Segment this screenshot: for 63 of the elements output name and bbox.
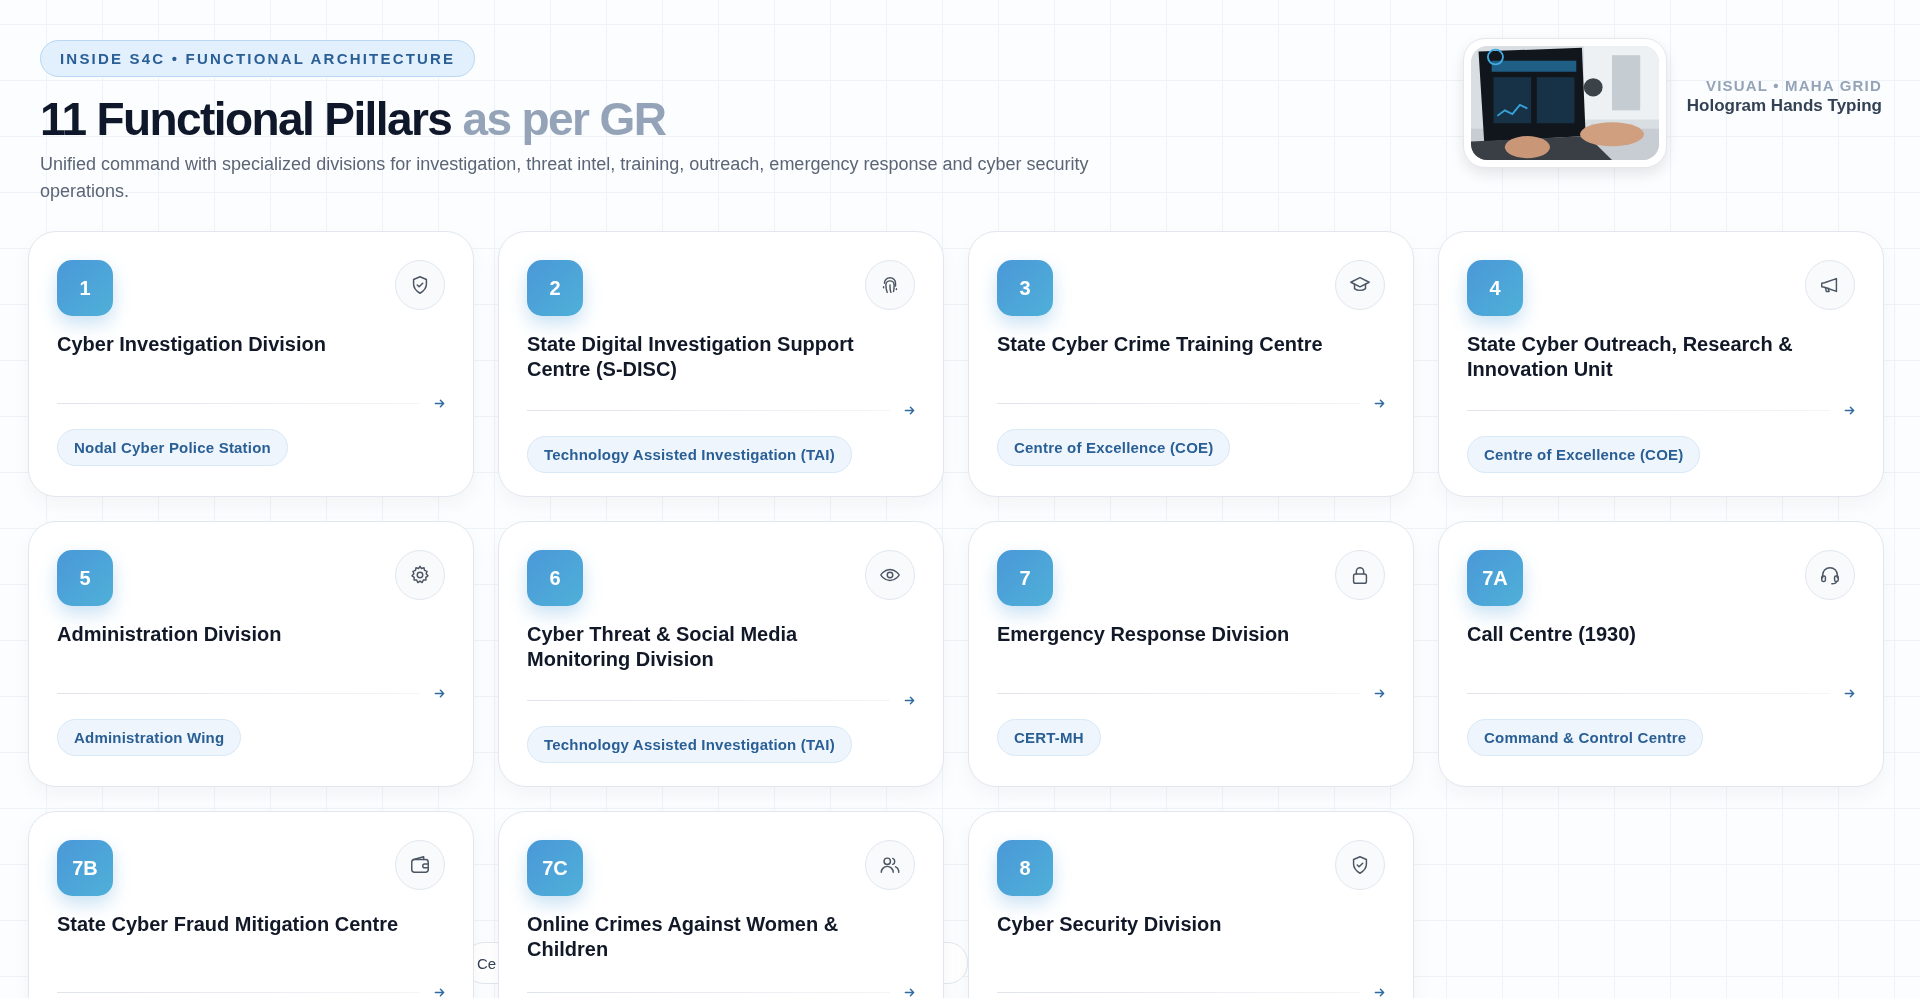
card-title: Cyber Security Division bbox=[997, 912, 1223, 937]
number-badge: 5 bbox=[57, 550, 113, 606]
arrow-icon bbox=[434, 688, 445, 699]
headset-icon bbox=[1819, 564, 1841, 586]
unit-tag: Nodal Cyber Police Station bbox=[57, 429, 288, 466]
pillar-card[interactable]: 2 State Digital Investigation Support Centre (S-DISC) Technology Assisted Investigation (TAI) bbox=[498, 231, 944, 497]
unit-tag: Centre of Excellence (COE) bbox=[997, 429, 1231, 466]
arrow-icon bbox=[1374, 688, 1385, 699]
page-subtitle: Unified command with specialized divisions for investigation, threat intel, training, outreach, emergency response and cyber security operations. bbox=[40, 153, 1090, 203]
pillar-card[interactable]: 7 Emergency Response Division CERT-MH bbox=[968, 521, 1414, 787]
unit-tag: CERT-MH bbox=[997, 719, 1101, 756]
number-badge: 7B bbox=[57, 840, 113, 896]
arrow-icon bbox=[904, 987, 915, 998]
users-icon bbox=[879, 854, 901, 876]
page-title: 11 Functional Pillars bbox=[40, 93, 452, 145]
pillar-card[interactable]: 5 Administration Division Administration Wing bbox=[28, 521, 474, 787]
card-title: State Cyber Outreach, Research & Innovation Unit bbox=[1467, 332, 1794, 382]
number-badge: 2 bbox=[527, 260, 583, 316]
pillar-card[interactable]: 6 Cyber Threat & Social Media Monitoring Division Technology Assisted Investigation (TAI) bbox=[498, 521, 944, 787]
card-title: State Digital Investigation Support Centre (S-DISC) bbox=[527, 332, 855, 382]
pillar-card[interactable]: 7A Call Centre (1930) Command & Control Centre bbox=[1438, 521, 1884, 787]
arrow-icon bbox=[434, 987, 445, 998]
pillar-card[interactable]: 8 Cyber Security Division bbox=[968, 811, 1414, 998]
card-title: Emergency Response Division bbox=[997, 622, 1291, 647]
card-title: Call Centre (1930) bbox=[1467, 622, 1637, 647]
title-suffix: as per GR bbox=[462, 93, 666, 145]
pillar-card[interactable]: 7B State Cyber Fraud Mitigation Centre bbox=[28, 811, 474, 998]
number-badge: 1 bbox=[57, 260, 113, 316]
card-title: State Cyber Crime Training Centre bbox=[997, 332, 1324, 357]
card-title: State Cyber Fraud Mitigation Centre bbox=[57, 912, 400, 937]
number-badge: 6 bbox=[527, 550, 583, 606]
unit-tag: Technology Assisted Investigation (TAI) bbox=[527, 726, 852, 763]
card-title: Online Crimes Against Women & Children bbox=[527, 912, 840, 962]
arrow-icon bbox=[434, 398, 445, 409]
chip-text: Ce bbox=[477, 954, 497, 972]
number-badge: 3 bbox=[997, 260, 1053, 316]
card-title: Cyber Investigation Division bbox=[57, 332, 327, 357]
number-badge: 8 bbox=[997, 840, 1053, 896]
arrow-icon bbox=[1374, 398, 1385, 409]
wallet-icon bbox=[409, 854, 431, 876]
unit-tag: Technology Assisted Investigation (TAI) bbox=[527, 436, 852, 473]
number-badge: 7A bbox=[1467, 550, 1523, 606]
pillar-card[interactable]: 4 State Cyber Outreach, Research & Innovation Unit Centre of Excellence (COE) bbox=[1438, 231, 1884, 497]
card-title: Cyber Threat & Social Media Monitoring Division bbox=[527, 622, 799, 672]
arrow-icon bbox=[1374, 987, 1385, 998]
unit-tag: Administration Wing bbox=[57, 719, 242, 756]
gear-icon bbox=[409, 564, 431, 586]
pillar-card[interactable]: 3 State Cyber Crime Training Centre Centre of Excellence (COE) bbox=[968, 231, 1414, 497]
arrow-icon bbox=[1844, 405, 1855, 416]
card-title: Administration Division bbox=[57, 622, 283, 647]
visual-label: VISUAL • MAHA GRID bbox=[1704, 76, 1882, 94]
visual-caption: Hologram Hands Typing bbox=[1686, 95, 1882, 116]
arrow-icon bbox=[904, 405, 915, 416]
arrow-icon bbox=[1844, 688, 1855, 699]
number-badge: 7C bbox=[527, 840, 583, 896]
pillar-card[interactable]: 7C Online Crimes Against Women & Children bbox=[498, 811, 944, 998]
arrow-icon bbox=[904, 695, 915, 706]
number-badge: 4 bbox=[1467, 260, 1523, 316]
number-badge: 7 bbox=[997, 550, 1053, 606]
unit-tag: Centre of Excellence (COE) bbox=[1467, 436, 1701, 473]
unit-tag: Command & Control Centre bbox=[1467, 719, 1704, 756]
section-badge: INSIDE S4C • FUNCTIONAL ARCHITECTURE bbox=[40, 40, 476, 77]
pillar-card[interactable]: 1 Cyber Investigation Division Nodal Cyber Police Station bbox=[28, 231, 474, 497]
